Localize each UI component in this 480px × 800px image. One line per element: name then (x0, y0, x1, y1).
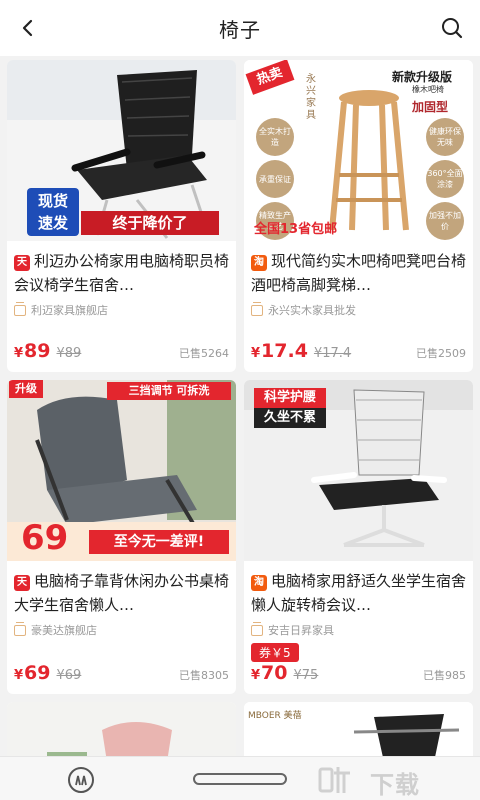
price: 70 (261, 662, 288, 684)
image-banner-badge: 现货 速发 (27, 188, 79, 236)
product-grid: 现货 速发 终于降价了 天利迈办公椅家用电脑椅职员椅会议椅学生宿舍… 利迈家具旗… (0, 56, 480, 756)
watermark-text: 下载 (370, 771, 420, 799)
image-top-label: 三挡调节 可拆洗 (107, 382, 231, 400)
product-name[interactable]: 天电脑椅子靠背休闲办公书桌椅大学生宿舍懒人… (14, 569, 232, 617)
shop-name[interactable]: 永兴实木家具批发 (251, 301, 356, 318)
watermark-icon (318, 763, 358, 799)
price-row: ¥ 89 ¥89 已售5264 (14, 340, 229, 362)
image-subtitle: 橡木吧椅 (412, 85, 444, 94)
product-image[interactable]: 科学护腰 久坐不累 (244, 380, 473, 561)
image-footer: 全国13省包邮 (254, 222, 338, 237)
tmall-badge: 天 (14, 255, 30, 271)
original-price: ¥75 (293, 668, 319, 683)
price: 69 (24, 662, 51, 684)
product-name[interactable]: 天利迈办公椅家用电脑椅职员椅会议椅学生宿舍… (14, 249, 232, 297)
feature-list-right: 健康环保无味 360°全面涂漆 加强不加价 (426, 118, 466, 240)
shop-name[interactable]: 利迈家具旗舰店 (14, 301, 108, 318)
image-banner-1: 科学护腰 (254, 388, 326, 408)
search-button[interactable] (436, 12, 468, 44)
product-card[interactable]: 现货 速发 终于降价了 天利迈办公椅家用电脑椅职员椅会议椅学生宿舍… 利迈家具旗… (7, 60, 236, 372)
product-card[interactable] (7, 702, 236, 756)
upgrade-tag: 升级 (9, 380, 43, 398)
original-price: ¥69 (56, 668, 82, 683)
chevron-left-icon (22, 19, 33, 37)
price-row: ¥ 69 ¥69 已售8305 (14, 662, 229, 684)
price-row: ¥ 70 ¥75 已售985 (251, 662, 466, 684)
shop-name[interactable]: 豪美达旗舰店 (14, 621, 97, 638)
app-logo-icon[interactable] (68, 767, 94, 793)
image-price: 69 (21, 518, 69, 558)
tmall-badge: 天 (14, 575, 30, 591)
product-image[interactable] (7, 702, 236, 756)
price: 17.4 (261, 340, 308, 362)
image-slogan: 至今无一差评! (89, 530, 229, 554)
product-image[interactable]: 热卖 新款升级版 橡木吧椅 永兴家具 加固型 全实木打造 承重保证 精致生产工艺… (244, 60, 473, 241)
taobao-badge: 淘 (251, 575, 267, 591)
product-card[interactable]: MBOER 美蓓 (244, 702, 473, 756)
search-icon (442, 18, 463, 39)
sold-count: 已售985 (423, 669, 466, 682)
price: 89 (24, 340, 51, 362)
shop-icon (14, 621, 26, 636)
price-row: ¥ 17.4 ¥17.4 已售2509 (251, 340, 466, 362)
image-banner-text: 终于降价了 (81, 211, 219, 235)
sold-count: 已售5264 (179, 347, 229, 360)
product-card[interactable]: 升级 三挡调节 可拆洗 69 至今无一差评! 天电脑椅子靠背休闲办公书桌椅大学生… (7, 380, 236, 694)
original-price: ¥17.4 (313, 346, 352, 361)
shop-icon (251, 301, 263, 316)
shop-name[interactable]: 安吉日昇家具 (251, 621, 334, 638)
product-card[interactable]: 热卖 新款升级版 橡木吧椅 永兴家具 加固型 全实木打造 承重保证 精致生产工艺… (244, 60, 473, 372)
product-name[interactable]: 淘电脑椅家用舒适久坐学生宿舍懒人旋转椅会议… (251, 569, 469, 617)
image-brand: 永兴家具 (306, 74, 316, 121)
home-indicator[interactable] (193, 773, 287, 785)
system-nav-bar: 下载 (0, 756, 480, 800)
page-title: 椅子 (219, 17, 261, 42)
coupon-tag: 券￥5 (251, 643, 299, 662)
product-name[interactable]: 淘现代简约实木吧椅吧凳吧台椅酒吧椅高脚凳梯… (251, 249, 469, 297)
back-button[interactable] (12, 12, 44, 44)
brand-text: MBOER 美蓓 (248, 711, 302, 721)
shop-icon (251, 621, 263, 636)
original-price: ¥89 (56, 346, 82, 361)
product-image[interactable]: 现货 速发 终于降价了 (7, 60, 236, 241)
shop-icon (14, 301, 26, 316)
product-image[interactable]: 升级 三挡调节 可拆洗 69 至今无一差评! (7, 380, 236, 561)
coupon[interactable]: 券￥5 (251, 642, 299, 662)
taobao-badge: 淘 (251, 255, 267, 271)
top-bar: 椅子 (0, 0, 480, 56)
sold-count: 已售8305 (179, 669, 229, 682)
image-banner-2: 久坐不累 (254, 408, 326, 428)
image-title: 新款升级版 (392, 70, 453, 84)
sold-count: 已售2509 (416, 347, 466, 360)
image-label: 加固型 (412, 100, 449, 114)
product-image[interactable]: MBOER 美蓓 (244, 702, 473, 756)
product-card[interactable]: 科学护腰 久坐不累 淘电脑椅家用舒适久坐学生宿舍懒人旋转椅会议… 安吉日昇家具 … (244, 380, 473, 694)
